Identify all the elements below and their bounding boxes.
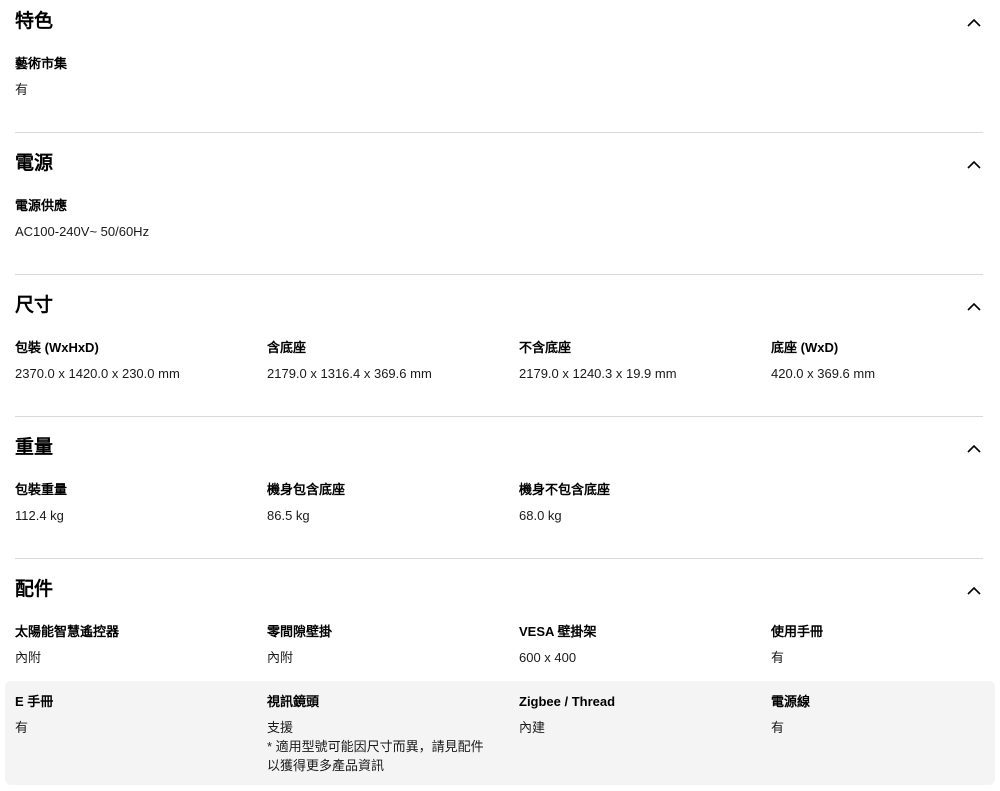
spec-label: 機身包含底座 — [267, 482, 346, 497]
section-power: 電源 電源供應 AC100-240V~ 50/60Hz — [15, 150, 983, 260]
spec-value: 有 — [15, 720, 29, 735]
spec-value: 112.4 kg — [15, 508, 64, 523]
spec-label: VESA 壁掛架 — [519, 624, 597, 639]
spec-label: 電源線 — [771, 694, 811, 709]
section-title: 重量 — [15, 437, 54, 458]
spec-value: 600 x 400 — [519, 650, 577, 665]
spec-label: 視訊鏡頭 — [267, 694, 320, 709]
spec-label: 使用手冊 — [771, 624, 824, 639]
section-weight: 重量 包裝重量 112.4 kg 機身包含底座 86.5 kg 機身不包含底座 … — [15, 434, 983, 544]
section-title: 特色 — [15, 11, 54, 32]
section-header-power[interactable]: 電源 — [15, 150, 983, 180]
section-dimensions: 尺寸 包裝 (WxHxD) 2370.0 x 1420.0 x 230.0 mm… — [15, 292, 983, 402]
spec-item-weight-with-stand: 機身包含底座 86.5 kg — [267, 481, 507, 525]
section-divider — [15, 416, 983, 417]
spec-item-without-stand: 不含底座 2179.0 x 1240.3 x 19.9 mm — [519, 339, 759, 383]
section-features: 特色 藝術市集 有 — [15, 8, 983, 118]
spec-item-e-manual: E 手冊 有 — [15, 693, 255, 737]
spec-item-user-manual: 使用手冊 有 — [771, 623, 1000, 667]
spec-value: 內建 — [519, 720, 546, 735]
spec-value: 支援 — [267, 720, 294, 735]
spec-label: 含底座 — [267, 340, 307, 355]
spec-item-power-supply: 電源供應 AC100-240V~ 50/60Hz — [15, 197, 255, 241]
spec-value: 420.0 x 369.6 mm — [771, 366, 876, 381]
spec-label: E 手冊 — [15, 694, 54, 709]
spec-label: 底座 (WxD) — [771, 340, 839, 355]
spec-item-zigbee-thread: Zigbee / Thread 內建 — [519, 693, 759, 737]
chevron-up-icon[interactable] — [965, 298, 983, 316]
spec-label: 電源供應 — [15, 198, 68, 213]
section-title: 配件 — [15, 579, 54, 600]
spec-label: 藝術市集 — [15, 56, 68, 71]
spec-page: 特色 藝術市集 有 電源 電源供應 AC100-240V~ 50/60Hz 尺寸 — [0, 0, 1000, 791]
section-divider — [15, 558, 983, 559]
spec-label: Zigbee / Thread — [519, 694, 616, 709]
spec-value: 有 — [771, 720, 785, 735]
spec-item-vesa-mount: VESA 壁掛架 600 x 400 — [519, 623, 759, 667]
spec-item-package-weight: 包裝重量 112.4 kg — [15, 481, 255, 525]
spec-value: 86.5 kg — [267, 508, 310, 523]
spec-label: 包裝重量 — [15, 482, 68, 497]
spec-value: 內附 — [15, 650, 42, 665]
spec-value: 有 — [771, 650, 785, 665]
spec-note: * 適用型號可能因尺寸而異，請見配件以獲得更多產品資訊 — [267, 739, 484, 773]
spec-value: AC100-240V~ 50/60Hz — [15, 224, 150, 239]
spec-value: 2179.0 x 1316.4 x 369.6 mm — [267, 366, 432, 381]
section-title: 電源 — [15, 153, 54, 174]
spec-value: 內附 — [267, 650, 294, 665]
chevron-up-icon[interactable] — [965, 14, 983, 32]
spec-item-video-camera: 視訊鏡頭 支援 * 適用型號可能因尺寸而異，請見配件以獲得更多產品資訊 — [267, 693, 507, 775]
spec-item-power-cable: 電源線 有 — [771, 693, 1000, 737]
spec-item-with-stand: 含底座 2179.0 x 1316.4 x 369.6 mm — [267, 339, 507, 383]
section-header-features[interactable]: 特色 — [15, 8, 983, 38]
spec-label: 包裝 (WxHxD) — [15, 340, 99, 355]
section-header-dimensions[interactable]: 尺寸 — [15, 292, 983, 322]
spec-item-no-gap-wall-mount: 零間隙壁掛 內附 — [267, 623, 507, 667]
spec-value: 2370.0 x 1420.0 x 230.0 mm — [15, 366, 180, 381]
spec-item-weight-without-stand: 機身不包含底座 68.0 kg — [519, 481, 759, 525]
section-accessories: 配件 太陽能智慧遙控器 內附 零間隙壁掛 內附 VESA 壁掛架 600 x 4… — [15, 576, 983, 786]
spec-label: 太陽能智慧遙控器 — [15, 624, 120, 639]
spec-value: 2179.0 x 1240.3 x 19.9 mm — [519, 366, 677, 381]
section-header-accessories[interactable]: 配件 — [15, 576, 983, 606]
spec-item-package-dimensions: 包裝 (WxHxD) 2370.0 x 1420.0 x 230.0 mm — [15, 339, 255, 383]
spec-label: 零間隙壁掛 — [267, 624, 333, 639]
chevron-up-icon[interactable] — [965, 156, 983, 174]
section-header-weight[interactable]: 重量 — [15, 434, 983, 464]
section-title: 尺寸 — [15, 295, 54, 316]
spec-item-stand-dimensions: 底座 (WxD) 420.0 x 369.6 mm — [771, 339, 1000, 383]
spec-item-art-store: 藝術市集 有 — [15, 55, 255, 99]
spec-value: 有 — [15, 82, 29, 97]
spec-item-solar-remote: 太陽能智慧遙控器 內附 — [15, 623, 255, 667]
section-divider — [15, 132, 983, 133]
chevron-up-icon[interactable] — [965, 440, 983, 458]
chevron-up-icon[interactable] — [965, 582, 983, 600]
spec-label: 機身不包含底座 — [519, 482, 611, 497]
spec-label: 不含底座 — [519, 340, 572, 355]
section-divider — [15, 274, 983, 275]
spec-value: 68.0 kg — [519, 508, 562, 523]
